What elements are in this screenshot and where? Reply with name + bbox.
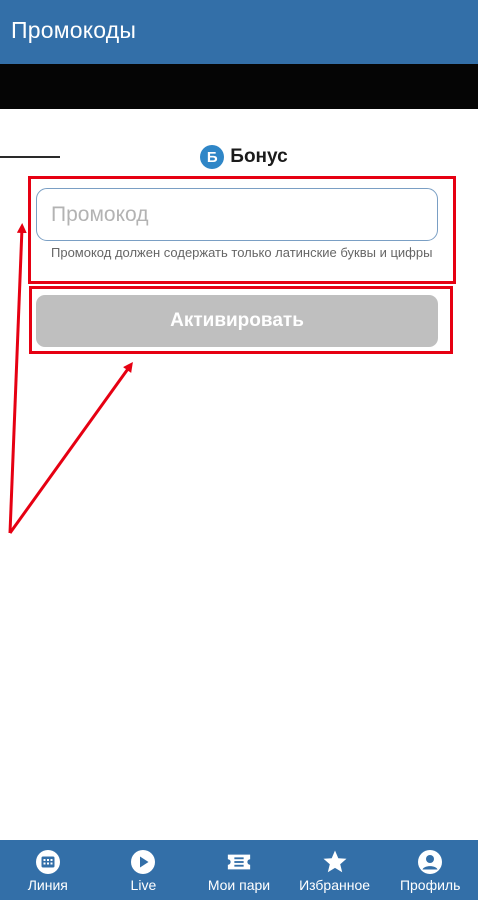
nav-item-line[interactable]: Линия	[0, 840, 96, 900]
calendar-icon	[35, 849, 61, 875]
app-header: Промокоды	[0, 0, 478, 64]
nav-item-live[interactable]: Live	[96, 840, 192, 900]
nav-item-favorites[interactable]: Избранное	[287, 840, 383, 900]
bonus-logo: Б Бонус	[0, 145, 478, 169]
nav-item-my-bets[interactable]: Мои пари	[191, 840, 287, 900]
nav-label-profile: Профиль	[399, 877, 461, 893]
profile-icon	[417, 849, 443, 875]
nav-item-profile[interactable]: Профиль	[382, 840, 478, 900]
play-icon	[130, 849, 156, 875]
nav-label-line: Линия	[27, 877, 68, 893]
bonus-logo-icon: Б	[200, 145, 225, 169]
nav-label-favorites: Избранное	[299, 877, 371, 893]
nav-label-live: Live	[130, 877, 157, 893]
promo-code-input[interactable]	[36, 188, 438, 241]
star-icon	[322, 849, 348, 875]
arrow-to-button	[8, 361, 133, 534]
page-title: Промокоды	[11, 17, 137, 43]
activate-button[interactable]: Активировать	[36, 295, 438, 347]
annotation-arrows	[8, 223, 133, 534]
bottom-nav: Линия Live Мои пари Избранное Профиль	[0, 840, 478, 900]
promo-hint: Промокод должен содержать только латинск…	[51, 245, 433, 260]
bonus-logo-text: Бонус	[230, 146, 288, 167]
redacted-banner	[0, 64, 478, 158]
nav-label-my-bets: Мои пари	[207, 877, 271, 893]
arrow-to-input	[8, 223, 27, 534]
ticket-icon	[226, 849, 252, 875]
